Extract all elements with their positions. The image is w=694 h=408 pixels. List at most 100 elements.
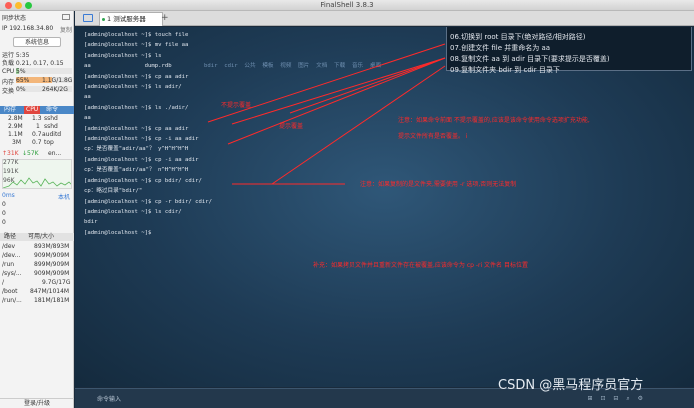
- disk-row[interactable]: /dev 893M/893M: [0, 243, 74, 251]
- terminal-line: [admin@localhost ~]$ touch file: [84, 32, 189, 38]
- proc-mem: 1.1M: [8, 131, 23, 138]
- terminal-line: bdir: [84, 219, 98, 226]
- disk-size: 893M/893M: [34, 243, 70, 250]
- latency-value-3: 0: [2, 219, 6, 226]
- mem-value: 1.1G/1.8G: [42, 77, 73, 84]
- terminal-line: [admin@localhost ~]$ cp -i aa adir: [84, 156, 199, 163]
- tab-label: 1 测试服务器: [107, 15, 146, 23]
- terminal-line: [admin@localhost ~]$ cp aa adir: [84, 125, 189, 132]
- disk-row[interactable]: /run/... 181M/181M: [0, 297, 74, 305]
- ip-address: IP 192.168.34.80: [2, 25, 54, 32]
- tab-test-server[interactable]: 1 测试服务器: [99, 12, 163, 26]
- terminal-output: [admin@localhost ~]$ touch file [admin@lo…: [84, 30, 212, 238]
- disk-path: /run/...: [2, 297, 22, 304]
- disk-path: /boot: [2, 288, 18, 295]
- load-average: 负载 0.21, 0.17, 0.15: [2, 60, 64, 67]
- task-note: 06.切换到 root 目录下(绝对路径/相对路径): [450, 33, 586, 41]
- disk-path: /dev...: [2, 252, 21, 259]
- add-tab-button[interactable]: +: [161, 12, 169, 24]
- proc-cmd: auditd: [42, 131, 62, 138]
- disk-path: /run: [2, 261, 15, 268]
- sidebar-toggle-icon[interactable]: [62, 14, 70, 20]
- net-scale-3: 96K: [3, 177, 15, 184]
- cpu-label: CPU: [2, 68, 15, 75]
- watermark: CSDN @黑马程序员官方: [498, 378, 644, 393]
- latency-value-1: 0: [2, 201, 6, 208]
- terminal-line: [admin@localhost ~]$ cp -i aa adir: [84, 136, 199, 143]
- latency-host[interactable]: 本机: [58, 192, 70, 201]
- disk-path: /dev: [2, 243, 16, 250]
- process-table-header: 内存 CPU 命令: [0, 106, 74, 114]
- connected-dot-icon: [102, 18, 105, 21]
- net-scale-1: 277K: [3, 159, 19, 166]
- proc-col-cpu[interactable]: CPU: [24, 106, 41, 114]
- terminal-line: aa: [84, 115, 91, 122]
- disk-row[interactable]: /dev... 909M/909M: [0, 252, 74, 260]
- proc-cpu: 1.3: [32, 115, 42, 122]
- sidebar: 同步状态 IP 192.168.34.80 复制 系统信息 运行 5:35 负载…: [0, 11, 74, 408]
- task-note: 08.复制文件 aa 到 adir 目录下(要求提示是否覆盖): [450, 55, 610, 63]
- terminal-line: [admin@localhost ~]$ mv file aa: [84, 42, 189, 49]
- proc-cmd: top: [44, 139, 54, 146]
- terminal-line: [admin@localhost ~]$ ls cdir/: [84, 208, 182, 215]
- disk-row[interactable]: /boot 847M/1014M: [0, 288, 74, 296]
- disk-col-size[interactable]: 可用/大小: [28, 233, 54, 241]
- proc-col-cmd[interactable]: 命令: [46, 106, 58, 114]
- process-row[interactable]: 1.1M 0.7 auditd: [0, 131, 74, 139]
- disk-row[interactable]: /sys/... 909M/909M: [0, 270, 74, 278]
- net-scale-2: 191K: [3, 168, 19, 175]
- net-up: ↑31K: [2, 150, 19, 157]
- annotation-no-overwrite: 不提示覆盖: [221, 102, 252, 109]
- terminal-line: [admin@localhost ~]$ ls: [84, 52, 162, 59]
- proc-mem: 2.9M: [8, 123, 23, 130]
- terminal-line: [admin@localhost ~]$ ls ./adir/: [84, 104, 189, 111]
- task-note: 07.创建文件 file 并重命名为 aa: [450, 44, 551, 52]
- terminal-line: cp：略过目录"bdir/": [84, 188, 143, 195]
- proc-col-mem[interactable]: 内存: [4, 106, 16, 114]
- system-info-button[interactable]: 系统信息: [13, 37, 61, 47]
- disk-row[interactable]: /run 899M/909M: [0, 261, 74, 269]
- task-note: 09.复制文件夹 bdir 到 cdir 目录下: [450, 66, 560, 74]
- swap-label: 交换: [2, 88, 15, 95]
- title-bar: FinalShell 3.8.3: [0, 0, 694, 11]
- proc-cpu: 0.7: [32, 131, 42, 138]
- disk-size: 909M/909M: [34, 252, 70, 259]
- disk-row[interactable]: / 9.7G/17G: [0, 279, 74, 287]
- process-row[interactable]: 2.8M 1.3 sshd: [0, 115, 74, 123]
- annotation-note-1b: 提示文件所有是否覆盖。 i: [398, 133, 468, 140]
- copy-ip-link[interactable]: 复制: [60, 25, 72, 34]
- disk-size: 909M/909M: [34, 270, 70, 277]
- terminal-line: cp：是否覆盖"adir/aa"？ y^H^H^H^H: [84, 146, 189, 153]
- process-row[interactable]: 3M 0.7 top: [0, 139, 74, 147]
- ls-output-extra: bdir cdir 公共 模板 视频 图片 文档 下载 音乐 桌面: [204, 63, 382, 69]
- process-row[interactable]: 2.9M 1 sshd: [0, 123, 74, 131]
- disk-table-header: 路径 可用/大小: [0, 233, 74, 241]
- terminal-line: [admin@localhost ~]$ ls adir/: [84, 84, 182, 91]
- latency-value-2: 0: [2, 210, 6, 217]
- disk-path: /: [2, 279, 5, 286]
- proc-cpu: 1: [36, 123, 40, 130]
- annotation-note-3: 补充：如果拷贝文件并且重新文件存在被覆盖,应该命令为 cp -ri 文件名 目标…: [313, 262, 528, 269]
- terminal-line: [admin@localhost ~]$ cp bdir/ cdir/: [84, 177, 202, 184]
- terminal[interactable]: [admin@localhost ~]$ touch file [admin@lo…: [75, 27, 694, 387]
- proc-mem: 3M: [12, 139, 21, 146]
- disk-size: 9.7G/17G: [42, 279, 71, 286]
- cpu-value: 5%: [16, 68, 26, 75]
- disk-path: /sys/...: [2, 270, 22, 277]
- window-title: FinalShell 3.8.3: [320, 1, 374, 9]
- command-input-placeholder: 命令输入: [97, 396, 122, 403]
- swap-percent: 0%: [16, 86, 26, 93]
- annotation-note-1: 注意：如果命令前面 不提示覆盖的,应该是该命令使用命令选项扩充功能,: [398, 117, 590, 124]
- command-toolbar-icons[interactable]: ⊞ ⊡ ⊟ ⌕ ⚙: [588, 395, 646, 403]
- terminal-line: cp：是否覆盖"adir/aa"？ n^H^H^H^H: [84, 167, 189, 174]
- disk-size: 899M/909M: [34, 261, 70, 268]
- login-upgrade-button[interactable]: 登录/升级: [0, 398, 74, 408]
- latency-label: 0ms: [2, 192, 15, 199]
- folder-icon[interactable]: [83, 14, 93, 22]
- net-interface-select[interactable]: en...: [48, 150, 61, 157]
- swap-value: 264K/2G: [42, 86, 68, 93]
- mem-label: 内存: [2, 79, 15, 86]
- disk-col-path[interactable]: 路径: [4, 233, 16, 241]
- sync-status-label: 同步状态: [2, 15, 27, 22]
- terminal-line: aa: [84, 94, 91, 101]
